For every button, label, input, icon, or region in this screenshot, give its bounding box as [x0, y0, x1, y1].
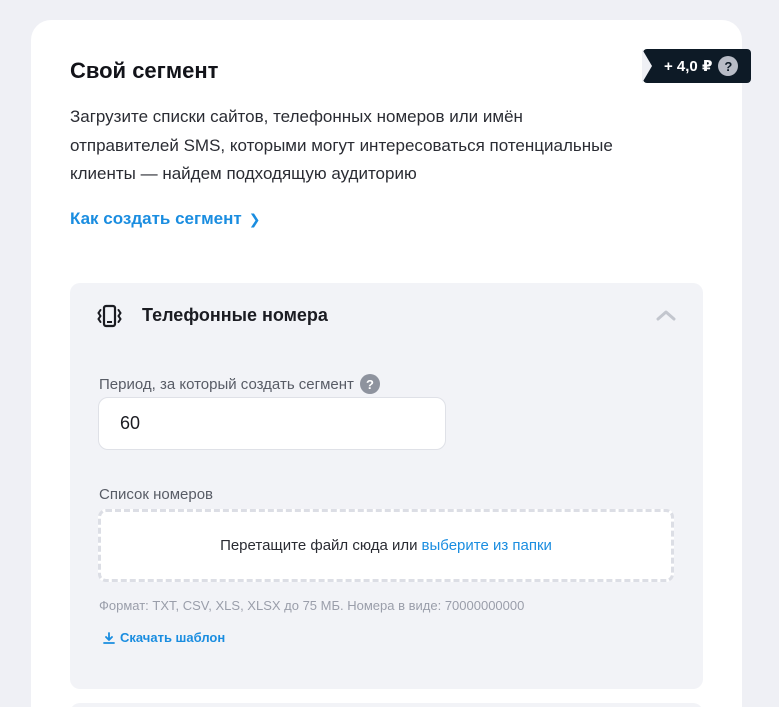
segment-description: Загрузите списки сайтов, телефонных номе…: [70, 107, 613, 183]
price-value: + 4,0 ₽: [664, 58, 713, 75]
period-input[interactable]: [98, 397, 446, 450]
period-label-text: Период, за который создать сегмент: [99, 375, 354, 393]
download-template-label: Скачать шаблон: [120, 630, 226, 645]
how-link-label: Как создать сегмент: [70, 209, 242, 228]
price-badge: + 4,0 ₽ ?: [643, 49, 751, 83]
how-to-create-segment-link[interactable]: Как создать сегмент ❯: [70, 209, 260, 229]
chevron-right-icon: ❯: [248, 210, 261, 227]
price-help-icon[interactable]: ?: [718, 56, 739, 76]
download-template-link[interactable]: Скачать шаблон: [103, 630, 225, 645]
chevron-up-icon[interactable]: [655, 308, 677, 322]
question-circle-icon[interactable]: ?: [359, 374, 380, 394]
phone-numbers-panel: Телефонные номера Период, за который соз…: [70, 283, 703, 689]
numbers-list-label: Список номеров: [99, 486, 214, 503]
choose-from-folder-link[interactable]: выберите из папки: [422, 537, 552, 554]
panel-title: Телефонные номера: [142, 305, 328, 325]
next-panel: [70, 703, 703, 707]
phone-icon: [97, 304, 122, 328]
format-note: Формат: TXT, CSV, XLS, XLSX до 75 МБ. Но…: [99, 598, 525, 613]
period-label: Период, за который создать сегмент ?: [99, 374, 380, 394]
file-dropzone[interactable]: Перетащите файл сюда или выберите из пап…: [98, 509, 674, 582]
dropzone-text: Перетащите файл сюда или: [220, 537, 418, 554]
download-icon: [103, 631, 115, 644]
phone-numbers-panel-header[interactable]: Телефонные номера: [70, 283, 703, 347]
segment-title: Свой сегмент: [70, 58, 219, 83]
